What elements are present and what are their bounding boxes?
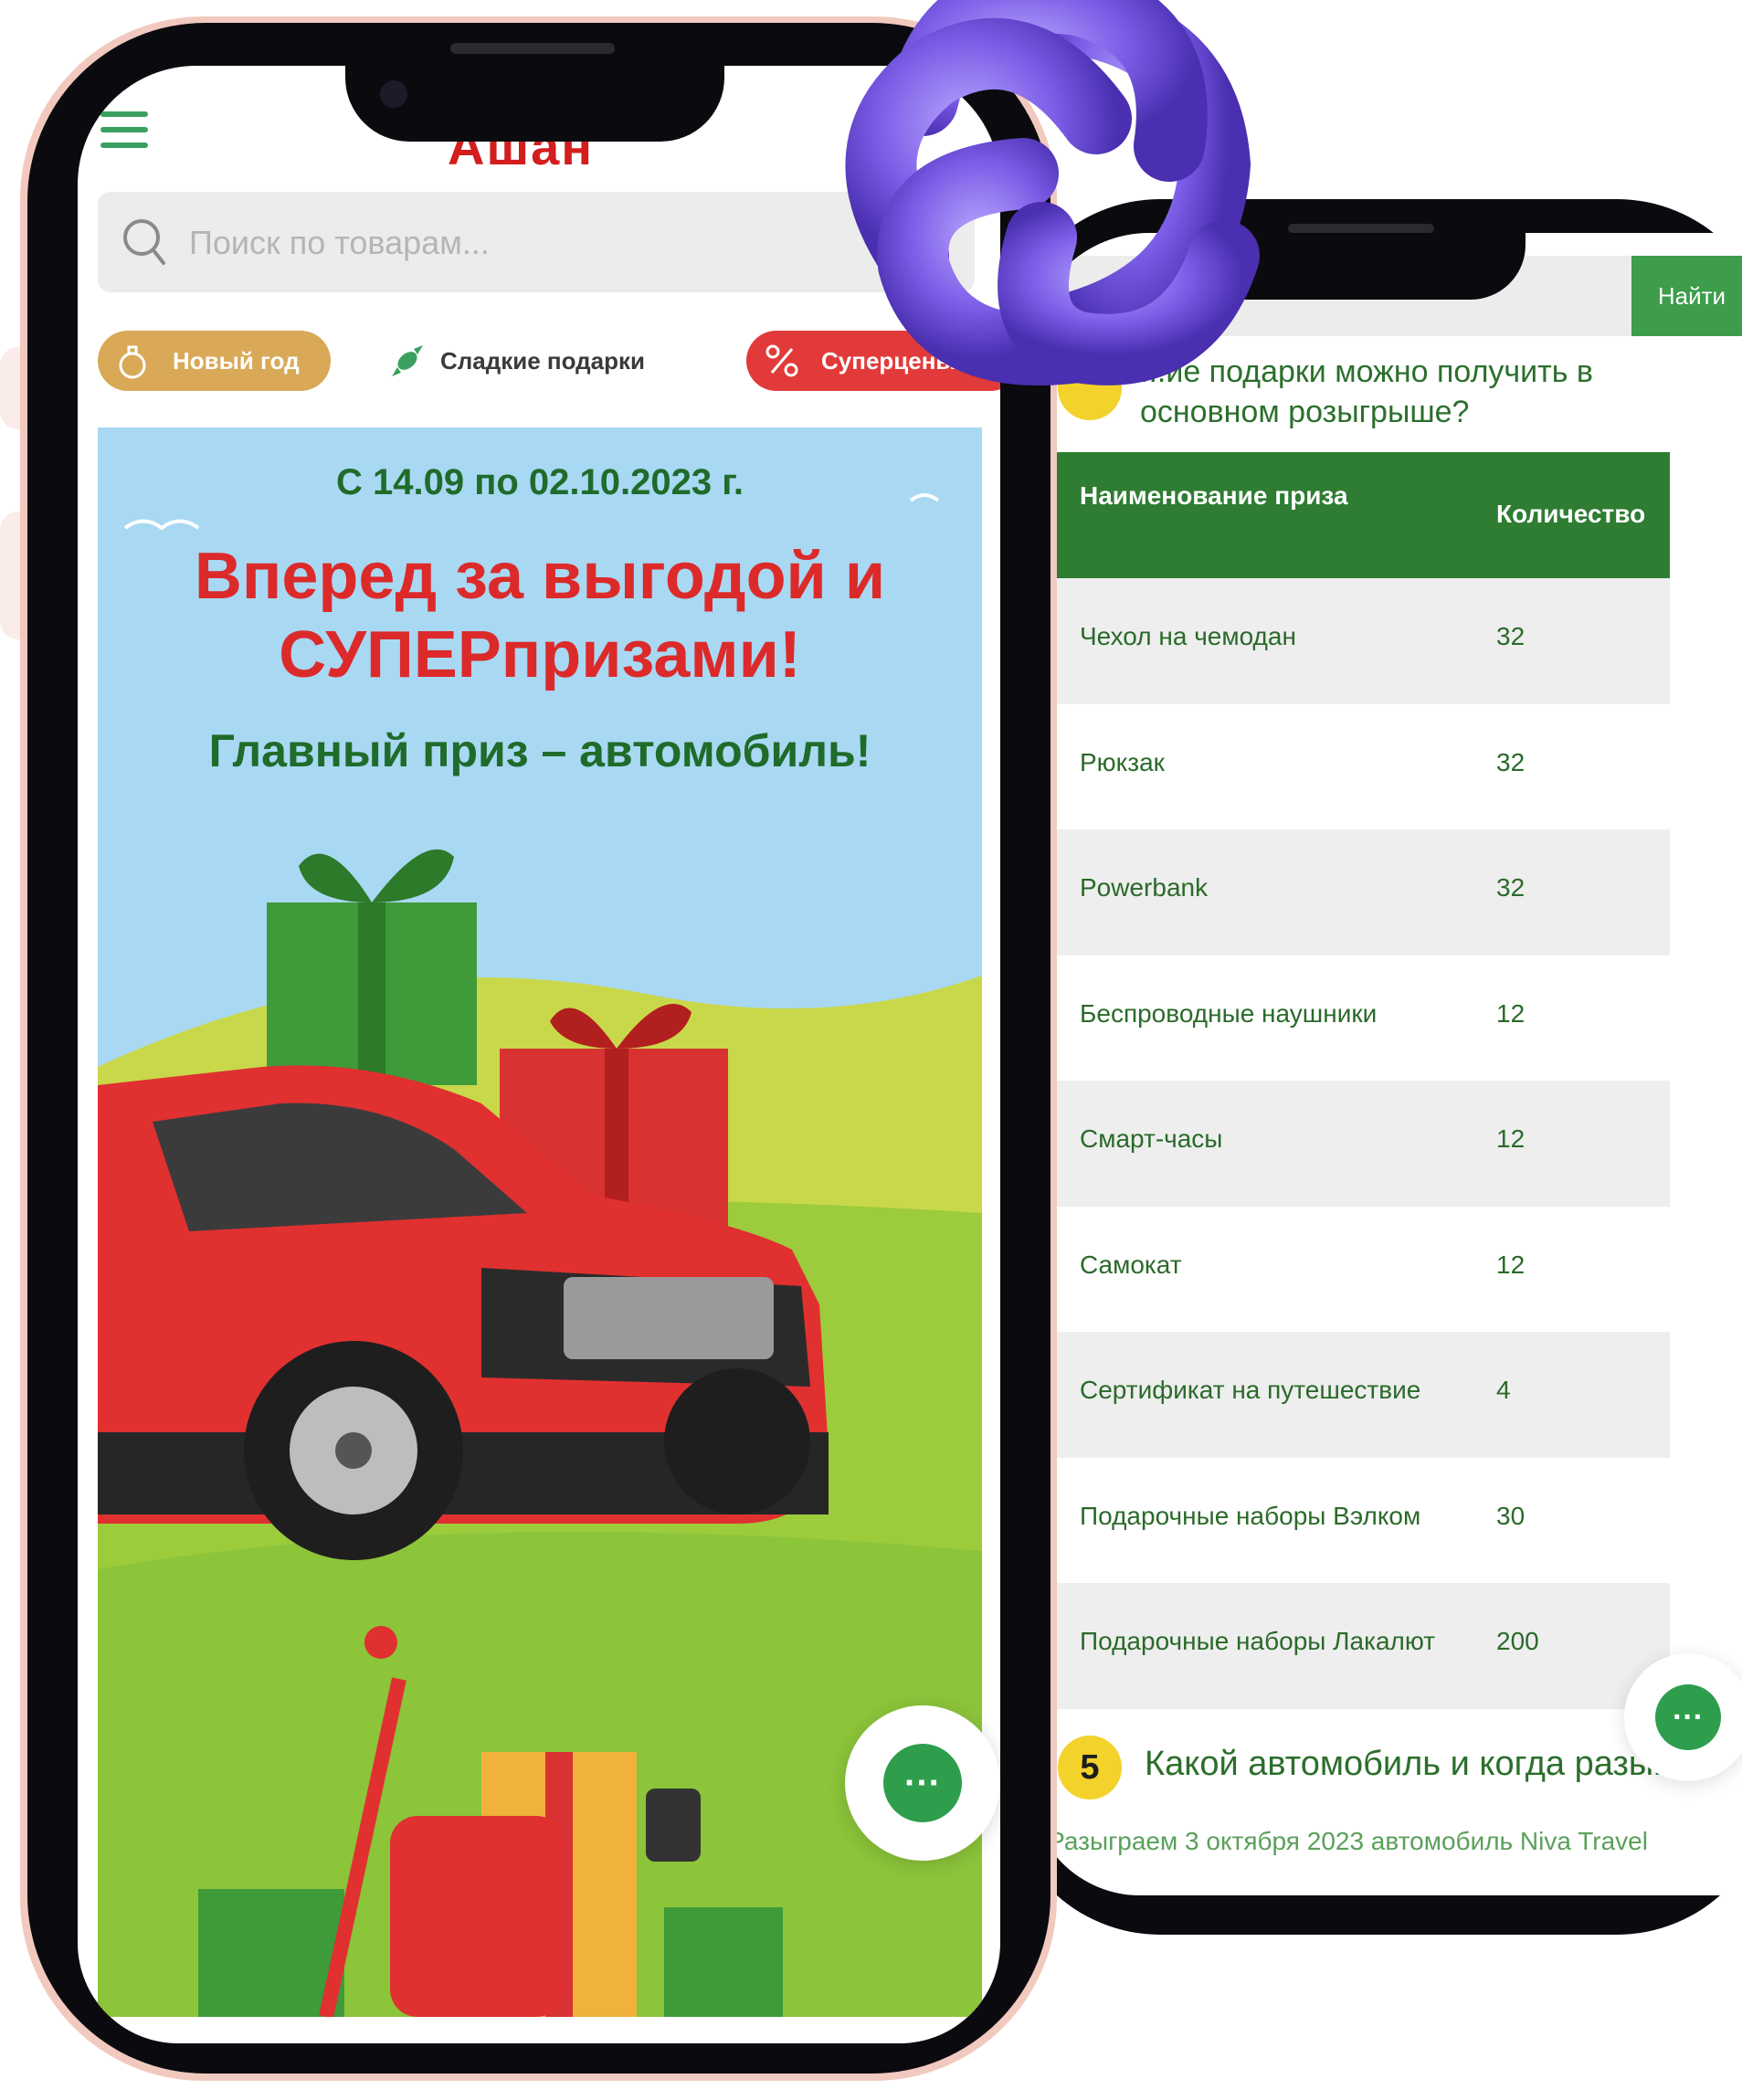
question-title[interactable]: Какой автомобиль и когда разыг... [1145,1745,1691,1784]
percent-icon [765,344,798,377]
chat-bubble-icon: ··· [883,1744,962,1822]
prize-name: Сертификат на путешествие [1080,1376,1421,1404]
column-header-quantity: Количество [1496,500,1646,528]
menu-icon[interactable] [100,111,148,148]
prize-qty: 200 [1496,1627,1539,1655]
find-button[interactable]: Найти [1631,256,1742,336]
candy-icon [392,345,423,376]
table-header: Наименование приза Количество [1056,452,1670,578]
prize-table: Наименование приза Количество Чехол на ч… [1056,452,1670,1709]
promo-dates: С 14.09 по 02.10.2023 г. [336,462,744,502]
prize-qty: 32 [1496,747,1526,776]
search-placeholder: Поиск по товарам... [189,224,490,261]
chat-bubble-icon: ··· [1655,1684,1721,1750]
table-row: Смарт-часы 12 [1056,1081,1670,1207]
search-icon [123,219,165,265]
knot-decoration [845,0,1260,385]
column-header-prize: Наименование приза [1080,481,1348,510]
ornament-icon [119,345,146,379]
table-row: Сертификат на путешествие 4 [1056,1332,1670,1458]
prize-qty: 32 [1496,622,1526,650]
prize-qty: 32 [1496,873,1526,902]
prize-name: Подарочные наборы Лакалют [1080,1627,1436,1655]
table-row: Самокат 12 [1056,1207,1670,1333]
chip-label: Новый год [173,347,300,375]
chip-sweet-gifts[interactable]: Сладкие подарки [372,331,682,391]
chip-new-year[interactable]: Новый год [98,331,331,391]
chat-button[interactable]: ··· [845,1705,1000,1861]
right-phone-screen: Найти ...ие подарки можно получить в осн… [1030,233,1742,1895]
promo-title-line-2: СУПЕРпризами! [279,618,801,691]
table-row: Подарочные наборы Лакалют 200 [1056,1583,1670,1709]
prize-name: Подарочные наборы Вэлком [1080,1501,1421,1530]
prize-qty: 30 [1496,1501,1526,1530]
promo-subtitle: Главный приз – автомобиль! [208,725,871,776]
stage: Найти ...ие подарки можно получить в осн… [0,0,1742,2100]
table-row: Подарочные наборы Вэлком 30 [1056,1458,1670,1584]
prize-qty: 12 [1496,1124,1526,1153]
camera [380,80,407,108]
prize-name: Беспроводные наушники [1080,998,1378,1028]
prize-qty: 12 [1496,1250,1526,1279]
chat-button[interactable]: ··· [1624,1653,1742,1781]
prize-qty: 12 [1496,998,1526,1028]
table-row: Powerbank 32 [1056,829,1670,955]
speaker [450,43,615,54]
answer-text: - Разыграем 3 октября 2023 автомобиль Ni… [1032,1827,1648,1855]
prize-name: Powerbank [1080,873,1209,902]
promo-title: Вперед за выгодой и СУПЕРпризами! [98,537,982,694]
left-phone-notch [345,23,724,142]
prize-name: Самокат [1080,1250,1182,1279]
chip-label: Сладкие подарки [440,347,646,375]
table-row: Чехол на чемодан 32 [1056,578,1670,704]
prize-name: Чехол на чемодан [1080,622,1296,650]
table-row: Рюкзак 32 [1056,704,1670,830]
prize-name: Смарт-часы [1080,1124,1223,1153]
question-number-badge: 5 [1058,1736,1122,1799]
table-row: Беспроводные наушники 12 [1056,955,1670,1082]
promo-title-line-1: Вперед за выгодой и [194,540,886,613]
prize-name: Рюкзак [1080,747,1165,776]
prize-qty: 4 [1496,1376,1511,1404]
